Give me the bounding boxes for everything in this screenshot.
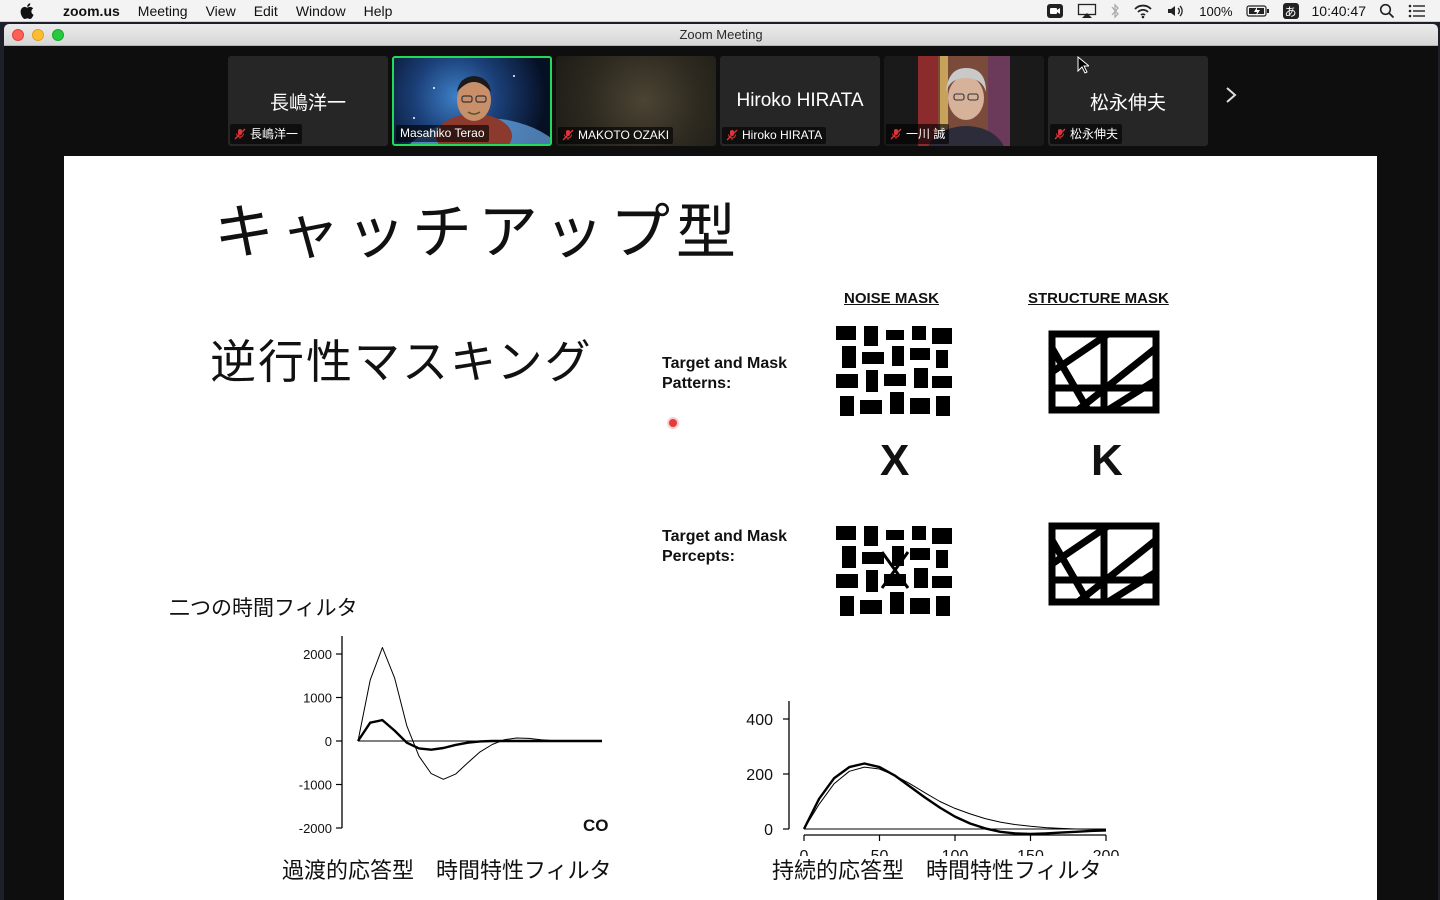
participant-tile[interactable]: 一川 誠 <box>884 56 1044 146</box>
zoom-window: Zoom Meeting 長嶋洋一 長嶋洋一 Masahiko Terao MA… <box>4 24 1438 900</box>
participant-name-tag: 長嶋洋一 <box>230 124 303 144</box>
mouse-cursor-icon <box>1077 55 1091 79</box>
window-title: Zoom Meeting <box>679 27 763 42</box>
next-page-chevron-icon[interactable] <box>1224 84 1238 110</box>
window-zoom-button[interactable] <box>52 29 64 41</box>
participant-name: 松永伸夫 <box>1070 127 1119 141</box>
y-tick-label: 1000 <box>303 691 332 706</box>
zoom-status-icon[interactable] <box>1046 3 1064 19</box>
participant-name-tag: 一川 誠 <box>886 124 950 144</box>
sustained-filter-chart: 4002000050100150200 <box>746 701 1119 856</box>
y-tick-label: 400 <box>746 712 773 729</box>
notification-center-icon[interactable] <box>1408 4 1426 18</box>
series-line-2 <box>803 766 1107 831</box>
y-tick-label: 200 <box>746 767 773 784</box>
menu-window[interactable]: Window <box>287 3 355 19</box>
caption-sustained: 持続的応答型 時間特性フィルタ <box>772 859 1102 884</box>
battery-percent: 100% <box>1199 3 1233 19</box>
status-area: 100% あ 10:40:47 <box>1046 0 1426 22</box>
participant-tile[interactable]: Hiroko HIRATA Hiroko HIRATA <box>720 56 880 146</box>
menu-bar: zoom.us Meeting View Edit Window Help 10… <box>0 0 1440 22</box>
participant-name-tag: Hiroko HIRATA <box>722 127 827 144</box>
menu-help[interactable]: Help <box>355 3 402 19</box>
muted-mic-icon <box>726 129 738 141</box>
series-line-1 <box>357 647 602 780</box>
menu-view[interactable]: View <box>197 3 245 19</box>
filters-title: 二つの時間フィルタ <box>169 596 358 620</box>
participant-name: Masahiko Terao <box>400 126 485 140</box>
target-letter-noise: X <box>880 436 910 485</box>
participant-tile-active-speaker[interactable]: Masahiko Terao <box>392 56 552 146</box>
input-method-icon[interactable]: あ <box>1282 3 1299 19</box>
airplay-icon[interactable] <box>1077 3 1097 19</box>
menu-edit[interactable]: Edit <box>245 3 287 19</box>
battery-icon[interactable] <box>1245 4 1270 18</box>
patterns-label: Target and Mask Patterns: <box>662 354 787 394</box>
menu-meeting[interactable]: Meeting <box>129 3 197 19</box>
volume-icon[interactable] <box>1166 3 1186 19</box>
y-tick-label: -1000 <box>299 778 332 793</box>
patterns-label-line1: Target and Mask <box>662 355 788 372</box>
muted-mic-icon <box>234 128 246 140</box>
participant-name-tag: MAKOTO OZAKI <box>558 127 674 144</box>
muted-mic-icon <box>890 128 902 140</box>
participant-name-tag: Masahiko Terao <box>396 125 489 142</box>
wifi-icon[interactable] <box>1133 3 1153 19</box>
percepts-label-line2: Percepts: <box>662 548 735 565</box>
participant-tile[interactable]: 長嶋洋一 長嶋洋一 <box>228 56 388 146</box>
structure-mask-pattern <box>1048 330 1160 414</box>
caption-transient: 過渡的応答型 時間特性フィルタ <box>282 859 612 884</box>
participant-strip: 長嶋洋一 長嶋洋一 Masahiko Terao MAKOTO OZAKI Hi… <box>228 56 1208 146</box>
y-tick-label: -2000 <box>299 821 332 836</box>
series-line-1 <box>802 762 1107 836</box>
shared-screen-slide: キャッチアップ型 逆行性マスキング NOISE MASK STRUCTURE M… <box>64 156 1377 900</box>
percepts-label: Target and Mask Percepts: <box>662 527 787 567</box>
muted-mic-icon <box>562 129 574 141</box>
slide-subtitle: 逆行性マスキング <box>210 335 593 389</box>
y-tick-label: 0 <box>764 822 773 839</box>
menu-app-name[interactable]: zoom.us <box>54 3 129 19</box>
patterns-label-line2: Patterns: <box>662 375 732 392</box>
structure-mask-percept <box>1048 522 1160 606</box>
participant-name: 一川 誠 <box>906 127 946 141</box>
participant-tile[interactable]: MAKOTO OZAKI <box>556 56 716 146</box>
y-tick-label: 2000 <box>303 647 332 662</box>
participant-name: 長嶋洋一 <box>250 127 299 141</box>
window-close-button[interactable] <box>12 29 24 41</box>
muted-mic-icon <box>1054 128 1066 140</box>
window-minimize-button[interactable] <box>32 29 44 41</box>
noise-mask-pattern <box>836 326 952 416</box>
annotation-pointer-dot <box>669 419 677 427</box>
apple-icon[interactable] <box>0 2 54 19</box>
percepts-label-line1: Target and Mask <box>662 528 788 545</box>
transient-filter-chart: 2000 1000 0 -1000 -2000 <box>299 636 602 836</box>
participant-tile[interactable]: 松永伸夫 松永伸夫 <box>1048 56 1208 146</box>
clock[interactable]: 10:40:47 <box>1312 3 1367 19</box>
target-letter-structure: K <box>1091 436 1123 485</box>
structure-mask-header: STRUCTURE MASK <box>1028 290 1169 307</box>
slide-title: キャッチアップ型 <box>214 198 742 268</box>
participant-name: Hiroko HIRATA <box>742 128 823 142</box>
noise-mask-header: NOISE MASK <box>844 290 940 307</box>
series-line-2 <box>357 718 602 751</box>
noise-mask-percept <box>836 526 952 616</box>
y-tick-label: 0 <box>325 734 332 749</box>
participant-name-tag: 松永伸夫 <box>1050 124 1123 144</box>
participant-name: MAKOTO OZAKI <box>578 128 670 142</box>
bluetooth-icon[interactable] <box>1110 3 1120 19</box>
co-label: CO <box>583 816 609 835</box>
window-titlebar: Zoom Meeting <box>4 24 1438 46</box>
spotlight-search-icon[interactable] <box>1379 3 1395 19</box>
